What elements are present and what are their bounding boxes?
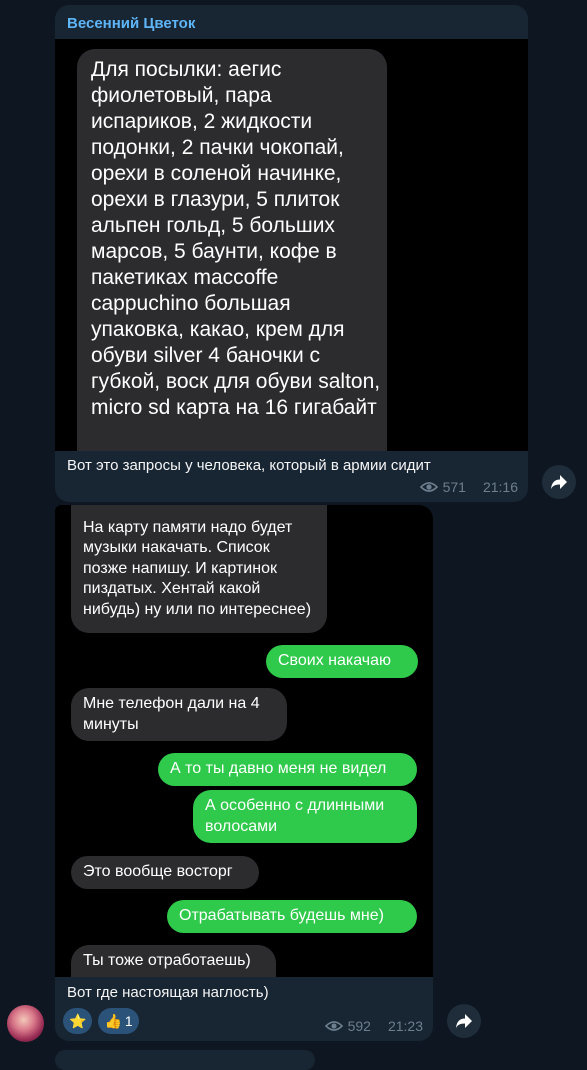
chat-message: Своих накачаю xyxy=(266,645,418,678)
forward-button-1[interactable] xyxy=(542,465,576,499)
chat-message: Мне телефон дали на 4 минуты xyxy=(71,688,287,741)
views-count: 571 xyxy=(442,479,466,495)
next-post-partial xyxy=(55,1050,315,1070)
post-time: 21:23 xyxy=(387,1018,423,1034)
reaction-thumbs-up[interactable]: 👍 1 xyxy=(98,1008,139,1034)
post-photo[interactable]: Для посылки: аегис фиолетовый, пара испа… xyxy=(55,39,528,451)
forward-arrow-icon xyxy=(456,1014,472,1028)
chat-message: А то ты давно меня не видел xyxy=(158,753,417,786)
thumbs-up-icon: 👍 xyxy=(104,1012,122,1029)
channel-post-1[interactable]: Весенний Цветок Для посылки: аегис фиоле… xyxy=(55,5,528,502)
note-text: Для посылки: аегис фиолетовый, пара испа… xyxy=(91,58,381,419)
chat-message: А особенно с длинными волосами xyxy=(193,790,417,843)
reactions-bar: ⭐ 👍 1 xyxy=(63,1008,139,1034)
reaction-star[interactable]: ⭐ xyxy=(63,1008,93,1034)
views-eye-icon xyxy=(324,1021,343,1031)
chat-message: Ты тоже отработаешь) xyxy=(71,945,276,977)
post-photo-chat-screenshot[interactable]: На карту памяти надо будет музыки накача… xyxy=(55,505,433,977)
post-caption: Вот это запросы у человека, который в ар… xyxy=(67,457,431,474)
views-eye-icon xyxy=(419,482,438,492)
screenshot-note-bubble: Для посылки: аегис фиолетовый, пара испа… xyxy=(77,49,387,451)
chat-message: Это вообще восторг xyxy=(71,856,259,889)
post-caption: Вот где настоящая наглость) xyxy=(67,984,269,1001)
channel-post-2[interactable]: На карту памяти надо будет музыки накача… xyxy=(55,505,433,1041)
post-author[interactable]: Весенний Цветок xyxy=(67,15,195,32)
chat-message: Отрабатывать будешь мне) xyxy=(167,900,417,933)
forward-arrow-icon xyxy=(551,475,567,489)
post-meta: 571 21:16 xyxy=(419,479,518,495)
reaction-count: 1 xyxy=(124,1013,133,1029)
forward-button-2[interactable] xyxy=(447,1004,481,1038)
post-meta: 592 21:23 xyxy=(324,1018,423,1034)
chat-message: На карту памяти надо будет музыки накача… xyxy=(71,505,327,633)
star-icon: ⭐ xyxy=(69,1012,87,1029)
sender-avatar[interactable] xyxy=(7,1005,44,1042)
views-count: 592 xyxy=(347,1018,371,1034)
post-time: 21:16 xyxy=(482,479,518,495)
